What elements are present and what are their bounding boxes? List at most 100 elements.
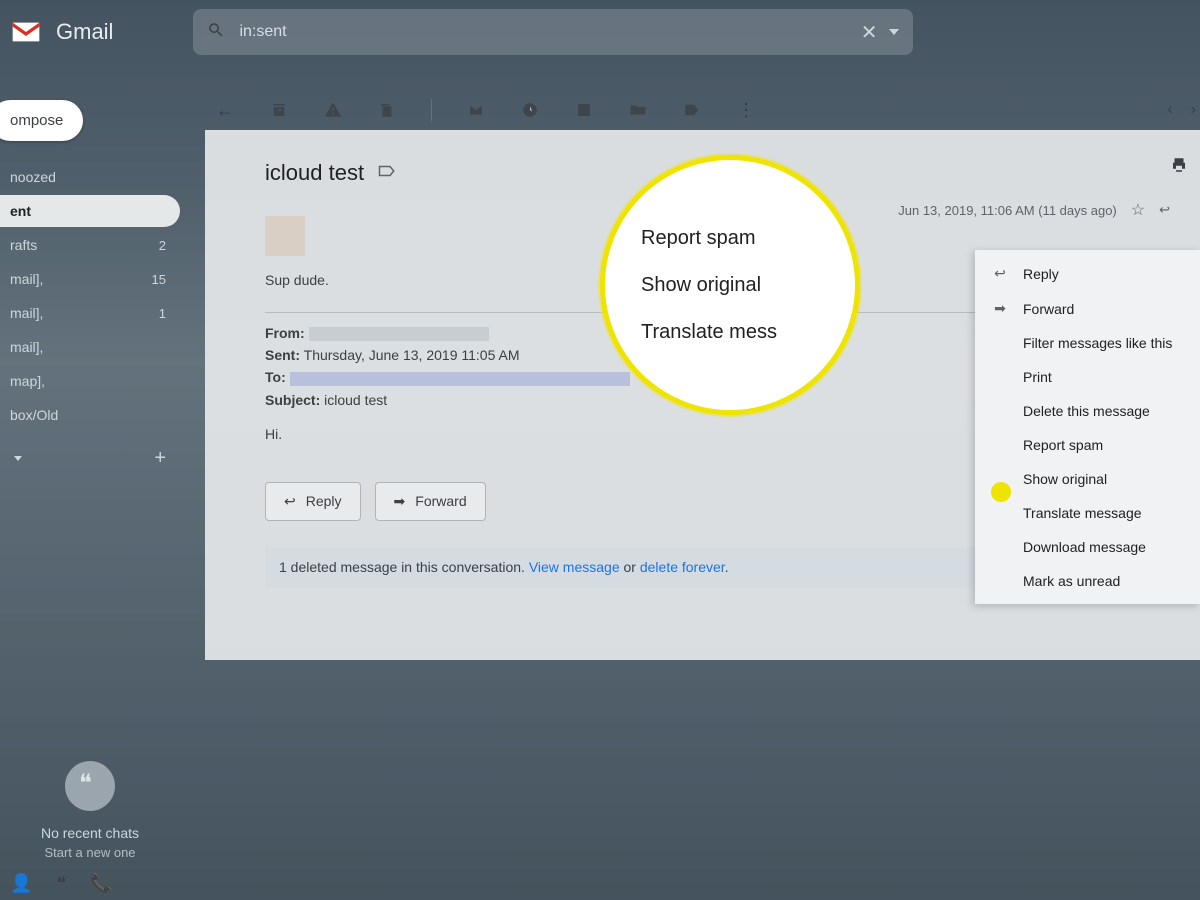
annotation-callout: Report spam Show original Translate mess bbox=[600, 155, 860, 415]
hangouts-line1: No recent chats bbox=[0, 825, 180, 841]
sidebar-item-drafts[interactable]: rafts 2 bbox=[0, 229, 180, 261]
back-icon[interactable]: ← bbox=[215, 100, 235, 120]
reply-label: Reply bbox=[306, 493, 342, 509]
nav-count: 2 bbox=[159, 238, 166, 253]
footer-tabs: 👤 ❝ 📞 bbox=[10, 873, 113, 894]
hangouts-tab-icon[interactable]: ❝ bbox=[56, 873, 66, 894]
reply-arrow-icon: ↩ bbox=[284, 493, 296, 510]
nav-label: mail], bbox=[10, 339, 43, 355]
menu-label: Mark as unread bbox=[1023, 573, 1120, 589]
search-input[interactable]: in:sent bbox=[239, 23, 860, 41]
sidebar-item-label-1[interactable]: mail],15 bbox=[0, 263, 180, 295]
menu-delete[interactable]: Delete this message bbox=[975, 394, 1200, 428]
report-spam-icon[interactable] bbox=[323, 100, 343, 120]
phone-tab-icon[interactable]: 📞 bbox=[90, 873, 112, 894]
menu-label: Show original bbox=[1023, 471, 1107, 487]
menu-label: Filter messages like this bbox=[1023, 335, 1172, 351]
divider bbox=[431, 99, 432, 121]
subject-label: Subject: bbox=[265, 392, 320, 408]
print-icon[interactable] bbox=[1170, 156, 1188, 179]
reply-button[interactable]: ↩ Reply bbox=[265, 482, 361, 521]
nav-label: mail], bbox=[10, 305, 43, 321]
menu-translate[interactable]: Translate message bbox=[975, 496, 1200, 530]
mark-unread-icon[interactable] bbox=[466, 100, 486, 120]
nav-label: rafts bbox=[10, 237, 37, 253]
search-bar[interactable]: in:sent ✕ bbox=[193, 9, 913, 55]
star-icon[interactable]: ☆ bbox=[1131, 200, 1145, 220]
message-timestamp: Jun 13, 2019, 11:06 AM (11 days ago) bbox=[898, 203, 1117, 218]
label-tag-icon[interactable] bbox=[378, 164, 396, 183]
labels-icon[interactable] bbox=[682, 100, 702, 120]
delete-forever-link[interactable]: delete forever bbox=[640, 559, 725, 575]
menu-mark-unread[interactable]: Mark as unread bbox=[975, 564, 1200, 598]
forward-label: Forward bbox=[415, 493, 466, 509]
nav-label: mail], bbox=[10, 271, 43, 287]
view-message-link[interactable]: View message bbox=[529, 559, 620, 575]
callout-item: Show original bbox=[641, 274, 855, 297]
message-context-menu: ↩ Reply ➡Forward Filter messages like thi… bbox=[975, 250, 1200, 604]
menu-report-spam[interactable]: Report spam bbox=[975, 428, 1200, 462]
menu-filter[interactable]: Filter messages like this bbox=[975, 326, 1200, 360]
snooze-icon[interactable] bbox=[520, 100, 540, 120]
next-message-icon[interactable]: › bbox=[1191, 101, 1196, 119]
message-toolbar: ← ⋮ ‹ › bbox=[205, 90, 1200, 130]
reply-icon: ↩ bbox=[991, 265, 1009, 282]
deleted-suffix: . bbox=[725, 559, 729, 575]
hangouts-icon[interactable] bbox=[65, 761, 115, 811]
message-meta: Jun 13, 2019, 11:06 AM (11 days ago) ☆ ↩ bbox=[898, 200, 1170, 220]
sidebar-item-label-3[interactable]: mail], bbox=[0, 331, 180, 363]
menu-print[interactable]: Print bbox=[975, 360, 1200, 394]
forward-button[interactable]: ➡ Forward bbox=[375, 482, 486, 521]
sent-value: Thursday, June 13, 2019 11:05 AM bbox=[304, 347, 520, 363]
prev-message-icon[interactable]: ‹ bbox=[1167, 101, 1172, 119]
clear-search-icon[interactable]: ✕ bbox=[861, 20, 878, 45]
from-label: From: bbox=[265, 325, 305, 341]
menu-label: Translate message bbox=[1023, 505, 1142, 521]
sidebar-item-snoozed[interactable]: noozed bbox=[0, 161, 180, 193]
menu-label: Forward bbox=[1023, 301, 1074, 317]
archive-icon[interactable] bbox=[269, 100, 289, 120]
nav-count: 1 bbox=[159, 306, 166, 321]
callout-item: Report spam bbox=[641, 227, 855, 250]
to-label: To: bbox=[265, 369, 286, 385]
menu-download[interactable]: Download message bbox=[975, 530, 1200, 564]
annotation-dot bbox=[991, 482, 1011, 502]
add-to-tasks-icon[interactable] bbox=[574, 100, 594, 120]
sidebar-item-label-2[interactable]: mail], 1 bbox=[0, 297, 180, 329]
gmail-logo-icon bbox=[10, 20, 42, 44]
brand-label: Gmail bbox=[56, 19, 113, 45]
search-icon bbox=[207, 21, 225, 44]
menu-forward[interactable]: ➡Forward bbox=[975, 291, 1200, 326]
deleted-prefix: 1 deleted message in this conversation. bbox=[279, 559, 529, 575]
move-to-icon[interactable] bbox=[628, 100, 648, 120]
subject-value: icloud test bbox=[324, 392, 387, 408]
sidebar-item-label-4[interactable]: map], bbox=[0, 365, 180, 397]
menu-label: Delete this message bbox=[1023, 403, 1150, 419]
nav-label: ent bbox=[10, 203, 31, 219]
hangouts-panel: No recent chats Start a new one bbox=[0, 761, 180, 860]
app-header: Gmail in:sent ✕ bbox=[0, 0, 1200, 64]
add-label-icon[interactable]: + bbox=[154, 447, 166, 470]
sidebar-item-sent[interactable]: ent bbox=[0, 195, 180, 227]
message-subject: icloud test bbox=[265, 160, 364, 186]
deleted-mid: or bbox=[620, 559, 640, 575]
menu-label: Report spam bbox=[1023, 437, 1103, 453]
callout-item: Translate mess bbox=[641, 321, 855, 344]
reply-icon[interactable]: ↩ bbox=[1159, 202, 1170, 218]
label-controls: + bbox=[0, 437, 180, 480]
menu-label: Reply bbox=[1023, 266, 1059, 282]
sidebar: ompose noozed ent rafts 2 mail],15 mail],… bbox=[0, 100, 180, 480]
expand-labels-icon[interactable] bbox=[14, 456, 22, 461]
compose-button[interactable]: ompose bbox=[0, 100, 83, 141]
menu-label: Print bbox=[1023, 369, 1052, 385]
delete-icon[interactable] bbox=[377, 100, 397, 120]
menu-label: Download message bbox=[1023, 539, 1146, 555]
contacts-tab-icon[interactable]: 👤 bbox=[10, 873, 32, 894]
redacted-from bbox=[309, 327, 489, 341]
nav-label: box/Old bbox=[10, 407, 58, 423]
menu-reply[interactable]: ↩ Reply bbox=[975, 256, 1200, 291]
forward-arrow-icon: ➡ bbox=[394, 493, 406, 510]
sidebar-item-label-5[interactable]: box/Old bbox=[0, 399, 180, 431]
more-icon[interactable]: ⋮ bbox=[736, 100, 756, 120]
search-options-dropdown-icon[interactable] bbox=[889, 29, 899, 35]
